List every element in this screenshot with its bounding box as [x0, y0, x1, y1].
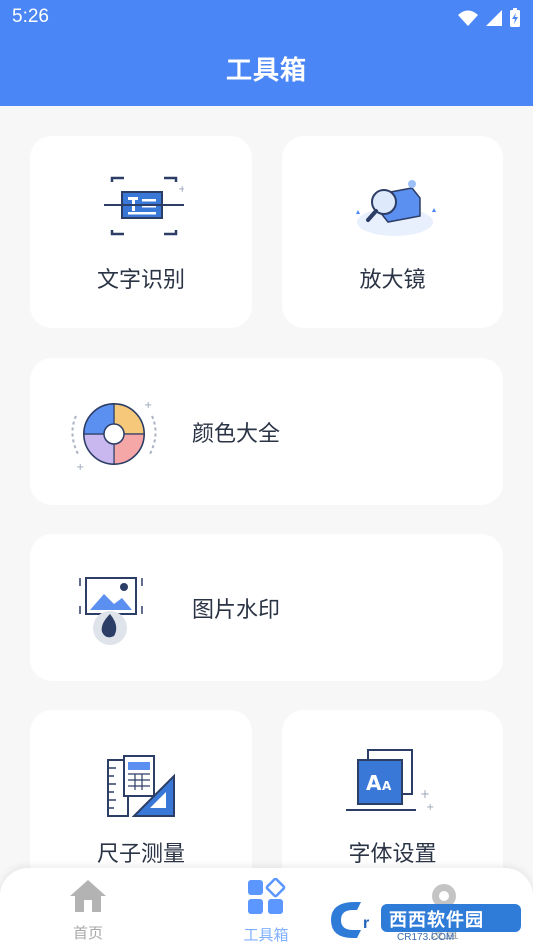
- svg-text:+: +: [76, 462, 84, 472]
- svg-text:A: A: [366, 771, 382, 795]
- magnifier-icon: [356, 180, 436, 236]
- svg-text:A: A: [382, 779, 392, 793]
- ocr-tool-card[interactable]: + 文字识别: [30, 136, 252, 328]
- ruler-icon: [107, 755, 175, 817]
- watermark-tool-card[interactable]: 图片水印: [30, 534, 503, 681]
- image-watermark-icon: [79, 577, 143, 645]
- tab-toolbox-label: 工具箱: [243, 926, 289, 944]
- svg-text:+: +: [178, 184, 184, 195]
- colors-tool-label: 颜色大全: [192, 422, 281, 447]
- tab-home-label: 首页: [72, 924, 103, 942]
- svg-text:r: r: [363, 915, 369, 932]
- colors-tool-card[interactable]: + + 颜色大全: [30, 358, 503, 505]
- app-header: 工具箱: [0, 36, 533, 106]
- status-bar: 5:26: [0, 0, 533, 36]
- font-icon: A A ++: [346, 749, 434, 813]
- tab-toolbox[interactable]: 工具箱: [216, 877, 316, 945]
- ocr-tool-label: 文字识别: [96, 268, 185, 293]
- color-wheel-icon: ++: [71, 400, 157, 472]
- text-scan-icon: +: [104, 176, 184, 236]
- magnifier-tool-label: 放大镜: [359, 268, 426, 293]
- wifi-icon: [458, 10, 478, 26]
- signal-icon: [486, 10, 502, 26]
- site-watermark-sub: CR173.COM: [397, 932, 455, 943]
- home-icon: [70, 880, 106, 912]
- status-icons: [457, 8, 521, 28]
- site-watermark: r 西西软件园 CR173.COM: [327, 898, 527, 943]
- battery-icon: [510, 8, 520, 27]
- watermark-tool-label: 图片水印: [192, 598, 281, 623]
- svg-text:+: +: [420, 787, 430, 801]
- grid-icon: [248, 877, 286, 914]
- page-title: 工具箱: [225, 56, 307, 86]
- status-time: 5:26: [12, 6, 49, 27]
- svg-text:+: +: [144, 400, 152, 411]
- magnifier-tool-card[interactable]: 放大镜: [282, 136, 503, 328]
- font-tool-label: 字体设置: [348, 842, 437, 867]
- site-watermark-text: 西西软件园: [389, 910, 484, 931]
- svg-text:+: +: [426, 802, 434, 813]
- tab-home[interactable]: 首页: [38, 878, 138, 943]
- ruler-tool-label: 尺子测量: [96, 842, 185, 867]
- bottom-tab-bar: 首页 工具箱 设置 r 西西软件园 CR173.COM: [0, 868, 533, 948]
